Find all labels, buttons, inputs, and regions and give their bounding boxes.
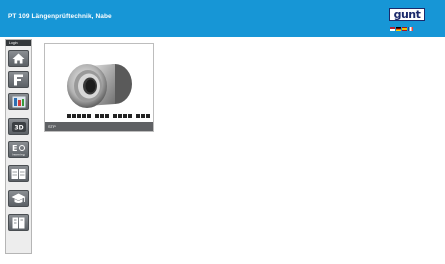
documents-button[interactable] — [8, 214, 29, 231]
language-flags — [390, 27, 413, 31]
3d-icon: 3D — [11, 121, 26, 132]
caliper-button[interactable] — [8, 71, 29, 88]
3d-button[interactable]: 3D — [8, 118, 29, 135]
hub-part-render — [67, 64, 132, 108]
measurement-panel-button[interactable] — [8, 93, 29, 110]
card-label: STP — [48, 124, 56, 129]
home-icon — [12, 53, 25, 64]
book-icon — [11, 168, 26, 179]
flag-en-icon[interactable] — [390, 27, 395, 31]
login-label: Login — [9, 41, 18, 45]
flag-de-icon[interactable] — [396, 27, 401, 31]
graduation-button[interactable] — [8, 190, 29, 207]
svg-text:learning: learning — [12, 153, 24, 157]
book-button[interactable] — [8, 165, 29, 182]
flag-fr-icon[interactable] — [408, 27, 413, 31]
model-code-strip — [67, 114, 150, 118]
logo-text: gunt — [393, 8, 421, 21]
flag-es-icon[interactable] — [402, 27, 407, 31]
svg-text:3D: 3D — [14, 124, 23, 131]
stp-model-card[interactable]: STP — [44, 43, 154, 132]
documents-icon — [12, 217, 25, 228]
sidebar-login-bar[interactable]: Login — [6, 40, 31, 46]
elearning-icon: Elearning — [12, 144, 25, 157]
app-header: PT 109 Längenprüftechnik, Nabe gunt — [0, 0, 445, 37]
gunt-logo[interactable]: gunt — [389, 8, 425, 21]
sidebar: Login 3D Elearning — [5, 39, 32, 254]
elearning-button[interactable]: Elearning — [8, 141, 29, 158]
measurement-panel-icon — [12, 96, 25, 107]
caliper-icon — [14, 74, 23, 85]
card-footer: STP — [45, 122, 153, 131]
graduation-cap-icon — [11, 193, 26, 203]
home-button[interactable] — [8, 50, 29, 67]
page-title: PT 109 Längenprüftechnik, Nabe — [8, 13, 112, 20]
